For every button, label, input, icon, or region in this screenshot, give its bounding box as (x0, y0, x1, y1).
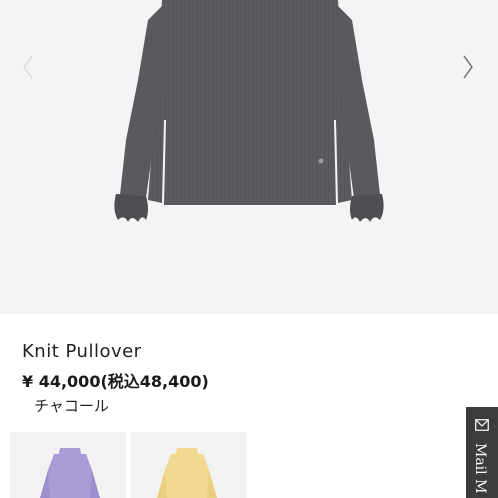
chevron-right-icon (463, 55, 473, 79)
sweater-image (114, 0, 384, 222)
price-value: ¥ 44,000 (22, 372, 101, 391)
next-image-button[interactable] (456, 52, 480, 82)
price-tax-included: (税込48,400) (100, 372, 209, 391)
color-swatch-yellow[interactable] (131, 432, 247, 498)
mail-tab-label: Mail M (472, 443, 488, 494)
envelope-icon (475, 419, 489, 431)
prev-image-button[interactable] (16, 52, 40, 82)
color-swatch-lavender[interactable] (10, 432, 126, 498)
product-price: ¥ 44,000(税込48,400) (22, 368, 209, 392)
chevron-left-icon (23, 55, 33, 79)
product-image-gallery (0, 0, 498, 314)
selected-color-name: チャコール (34, 397, 109, 415)
mail-magazine-tab[interactable]: Mail M (466, 407, 498, 498)
product-title: Knit Pullover (22, 341, 142, 362)
